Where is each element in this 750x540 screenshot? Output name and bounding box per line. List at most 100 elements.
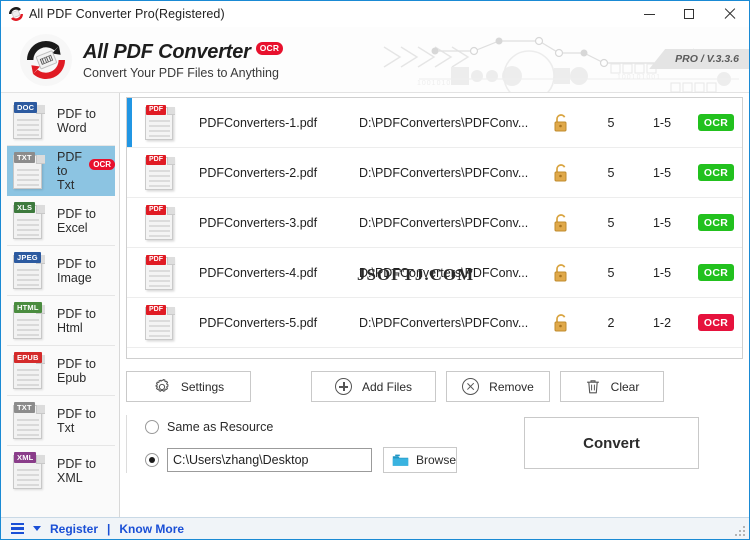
app-logo-mark-icon xyxy=(19,33,73,87)
unlocked-padlock-icon xyxy=(554,313,567,331)
doc-type-tag: TXT xyxy=(14,401,35,413)
doc-file-icon: DOC xyxy=(13,101,45,140)
doc-type-tag: DOC xyxy=(14,101,38,113)
jpeg-file-icon: JPEG xyxy=(13,251,45,290)
file-list[interactable]: PDF PDFConverters-1.pdf D:\PDFConverters… xyxy=(126,97,743,359)
ocr-cell[interactable]: OCR xyxy=(690,214,742,231)
ocr-cell[interactable]: OCR xyxy=(690,114,742,131)
register-link[interactable]: Register xyxy=(50,522,98,536)
maximize-button[interactable] xyxy=(669,1,709,27)
remove-button[interactable]: Remove xyxy=(446,371,550,402)
ocr-cell[interactable]: OCR xyxy=(690,164,742,181)
sidebar-item-label: PDF to Image xyxy=(57,256,96,285)
svg-text:100101001: 100101001 xyxy=(417,80,461,87)
ocr-cell[interactable]: OCR xyxy=(690,314,742,331)
status-bar: Register | Know More xyxy=(1,517,749,539)
pdf-type-tag: PDF xyxy=(146,254,166,265)
ocr-badge: OCR xyxy=(697,114,735,131)
lock-status-cell[interactable] xyxy=(534,113,588,133)
plus-circle-icon xyxy=(334,378,352,395)
file-name: PDFConverters-2.pdf xyxy=(199,165,318,180)
doc-type-tag: JPEG xyxy=(14,251,41,263)
sidebar-item-pdf-to-xml[interactable]: XML PDF to XML xyxy=(7,446,115,496)
know-more-link[interactable]: Know More xyxy=(119,522,184,536)
app-header: 100101001 100101001 PRO / V.3.3.6 All PD… xyxy=(1,27,749,93)
sidebar-ocr-icon: OCR xyxy=(89,158,115,171)
output-path-input[interactable] xyxy=(167,448,372,472)
app-body: DOC PDF to Word TXT PDF to Txt OCR XLS P… xyxy=(1,93,749,517)
lock-status-cell[interactable] xyxy=(534,313,588,333)
remove-label: Remove xyxy=(489,379,534,394)
sidebar-item-pdf-to-epub[interactable]: EPUB PDF to Epub xyxy=(7,346,115,396)
xml-file-icon: XML xyxy=(13,452,45,490)
page-count: 5 xyxy=(607,265,615,280)
ocr-badge: OCR xyxy=(697,264,735,281)
custom-path-option[interactable]: Browse xyxy=(145,447,506,473)
trash-icon xyxy=(586,379,599,393)
page-range: 1-5 xyxy=(652,115,672,130)
doc-type-tag: TXT xyxy=(14,151,35,163)
unlocked-padlock-icon xyxy=(554,113,567,131)
sidebar-item-label: PDF to Excel xyxy=(57,206,96,235)
sidebar-item-pdf-to-txt[interactable]: TXT PDF to Txt xyxy=(7,396,115,446)
list-menu-icon[interactable] xyxy=(11,523,26,534)
sidebar-item-pdf-to-html[interactable]: HTML PDF to Html xyxy=(7,296,115,346)
sidebar-item-pdf-to-txt-ocr[interactable]: TXT PDF to Txt OCR xyxy=(7,146,115,196)
sidebar-item-pdf-to-image[interactable]: JPEG PDF to Image xyxy=(7,246,115,296)
pdf-type-tag: PDF xyxy=(146,304,166,315)
file-action-toolbar: Settings Add Files Remove Clear xyxy=(126,371,743,402)
chevron-down-icon[interactable] xyxy=(33,526,41,531)
radio-same-as-resource[interactable] xyxy=(145,420,159,434)
minimize-icon xyxy=(643,13,655,15)
file-path: D:\PDFConverters\PDFConv... xyxy=(359,215,529,230)
page-count: 5 xyxy=(607,165,615,180)
pdf-file-icon: PDF xyxy=(145,304,175,341)
sidebar-item-label: PDF to Word xyxy=(57,106,96,135)
resize-grip[interactable] xyxy=(733,524,745,536)
settings-button[interactable]: Settings xyxy=(126,371,251,402)
add-files-button[interactable]: Add Files xyxy=(311,371,436,402)
brand-ocr-icon: OCR xyxy=(255,42,284,55)
app-logo-icon xyxy=(5,4,27,24)
convert-button[interactable]: Convert xyxy=(524,417,699,469)
ocr-cell[interactable]: OCR xyxy=(690,264,742,281)
title-bar: All PDF Converter Pro(Registered) xyxy=(1,1,749,27)
file-name: PDFConverters-3.pdf xyxy=(199,215,318,230)
browse-button[interactable]: Browse xyxy=(383,447,457,473)
table-row[interactable]: PDF PDFConverters-5.pdf D:\PDFConverters… xyxy=(127,298,742,348)
sidebar-item-pdf-to-word[interactable]: DOC PDF to Word xyxy=(7,96,115,146)
lock-status-cell[interactable] xyxy=(534,263,588,283)
file-name: PDFConverters-5.pdf xyxy=(199,315,318,330)
page-range: 1-2 xyxy=(652,315,672,330)
file-path: D:\PDFConverters\PDFConv... xyxy=(359,265,529,280)
radio-custom-path[interactable] xyxy=(145,453,159,467)
same-as-resource-option[interactable]: Same as Resource xyxy=(145,415,506,439)
sidebar-item-label: PDF to Txt xyxy=(57,406,96,435)
page-count: 5 xyxy=(607,215,615,230)
close-button[interactable] xyxy=(709,1,749,27)
pdf-file-icon: PDF xyxy=(145,154,175,191)
gear-icon xyxy=(155,378,169,392)
minimize-button[interactable] xyxy=(629,1,669,27)
table-row[interactable]: PDF PDFConverters-1.pdf D:\PDFConverters… xyxy=(127,98,742,148)
txt-file-icon: TXT xyxy=(13,151,45,190)
pdf-type-tag: PDF xyxy=(146,104,166,115)
html-file-icon: HTML xyxy=(13,301,45,340)
table-row[interactable]: PDF PDFConverters-2.pdf D:\PDFConverters… xyxy=(127,148,742,198)
lock-status-cell[interactable] xyxy=(534,213,588,233)
unlocked-padlock-icon xyxy=(554,263,567,281)
sidebar-item-label: PDF to Html xyxy=(57,306,96,335)
sidebar-item-label: PDF to Epub xyxy=(57,356,96,385)
unlocked-padlock-icon xyxy=(554,213,567,231)
sidebar-item-pdf-to-excel[interactable]: XLS PDF to Excel xyxy=(7,196,115,246)
add-files-label: Add Files xyxy=(361,379,413,394)
lock-status-cell[interactable] xyxy=(534,163,588,183)
xls-file-icon: XLS xyxy=(13,201,45,240)
doc-type-tag: EPUB xyxy=(14,351,42,363)
doc-type-tag: HTML xyxy=(14,301,42,313)
table-row[interactable]: PDF PDFConverters-3.pdf D:\PDFConverters… xyxy=(127,198,742,248)
table-row[interactable]: PDF PDFConverters-4.pdf D:\PDFConverters… xyxy=(127,248,742,298)
ocr-badge: OCR xyxy=(697,314,735,331)
clear-button[interactable]: Clear xyxy=(560,371,664,402)
sidebar-item-label: PDF to XML xyxy=(57,457,96,485)
